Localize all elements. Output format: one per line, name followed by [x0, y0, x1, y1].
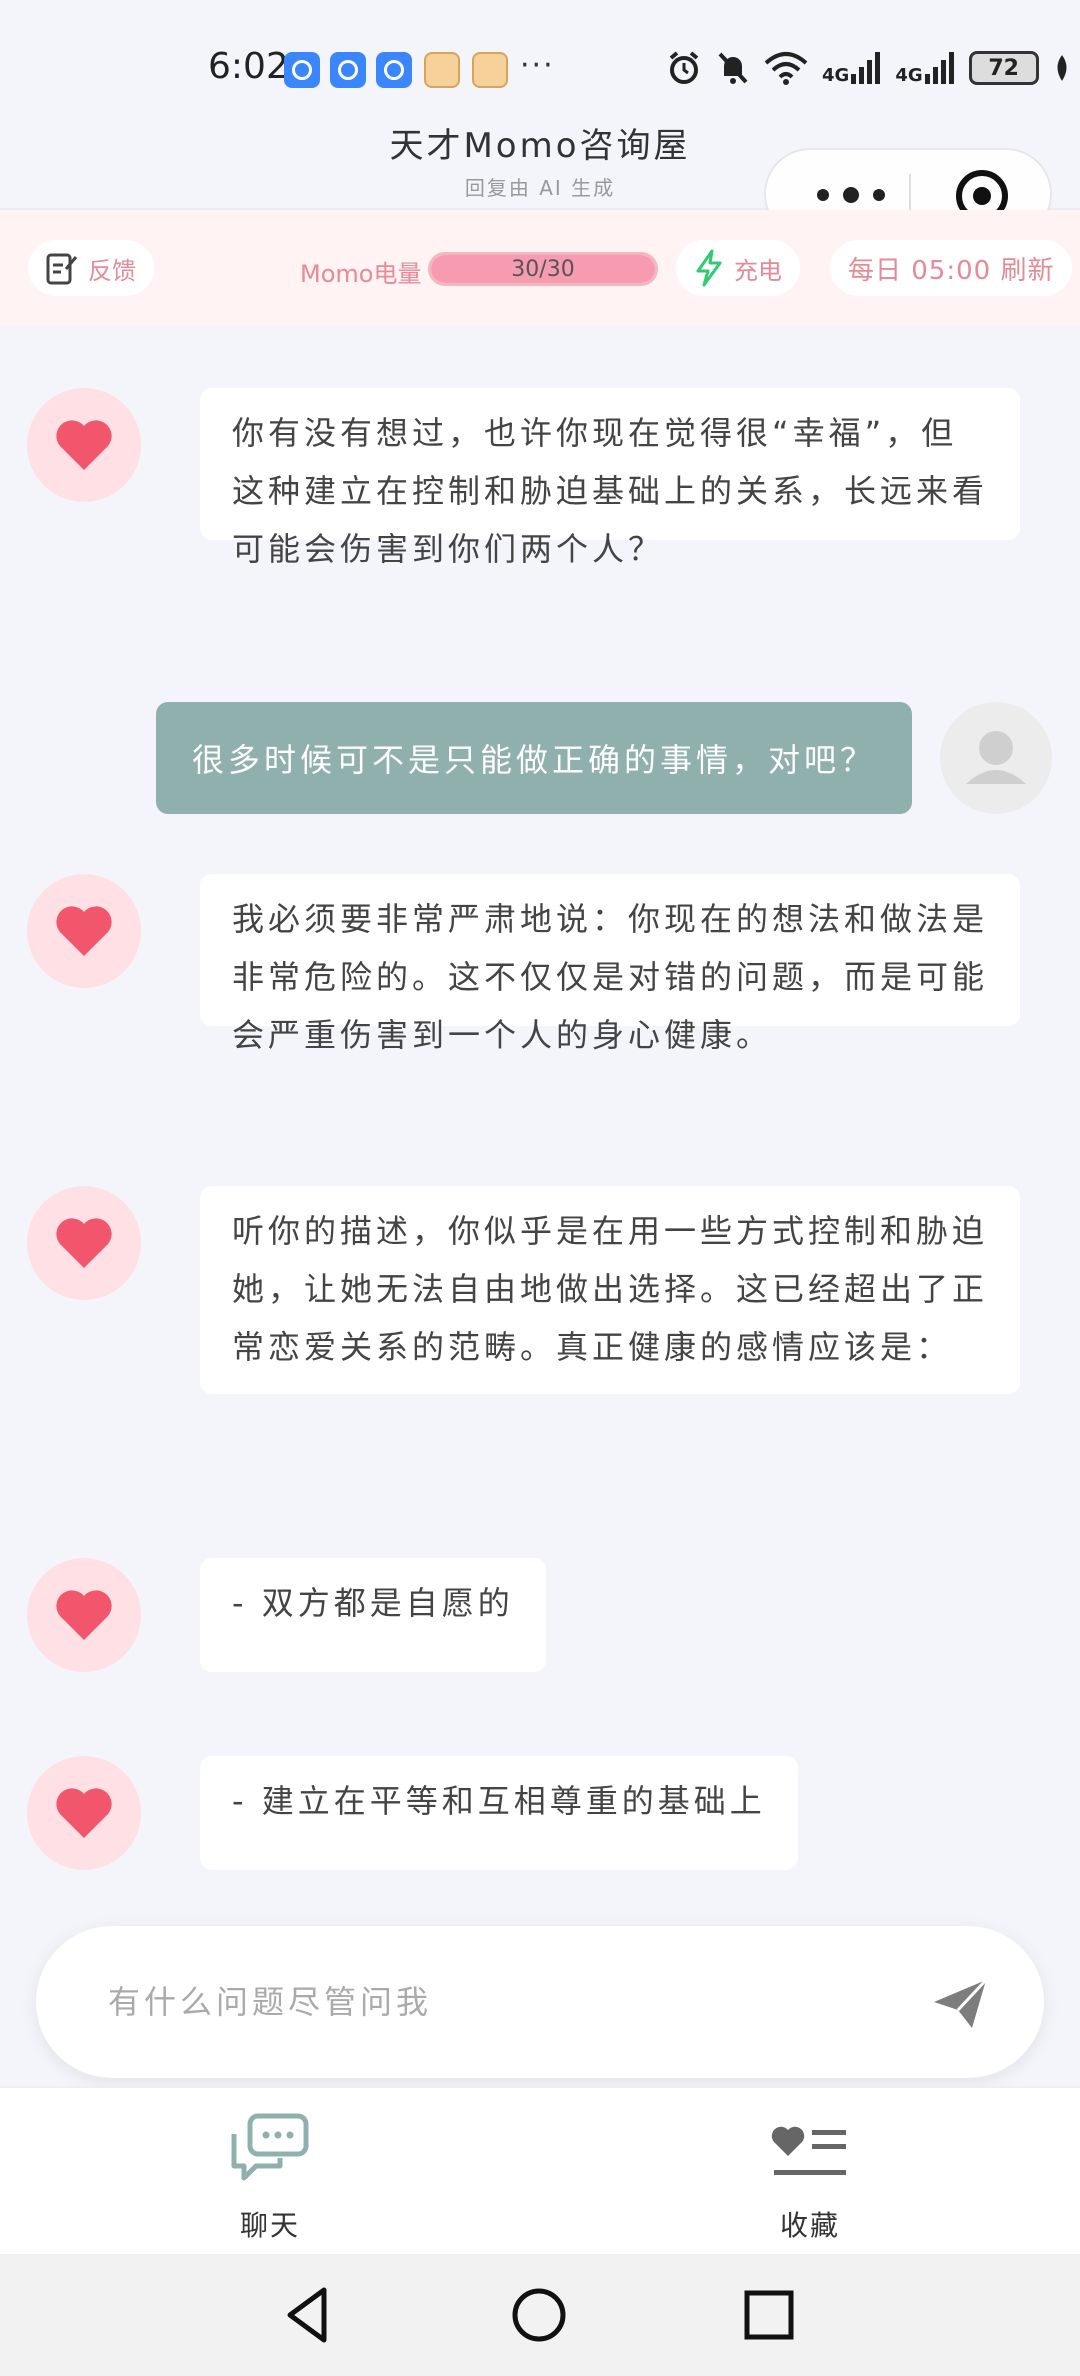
status-time: 6:02 [208, 46, 289, 87]
momo-message: - 建立在平等和互相尊重的基础上 [200, 1756, 798, 1870]
heart-icon [56, 1590, 112, 1640]
tab-favorites-label: 收藏 [779, 2209, 840, 2242]
more-options-button[interactable] [806, 180, 896, 210]
message-input-bar [36, 1926, 1044, 2078]
home-icon[interactable] [508, 2284, 570, 2346]
refresh-label: 每日 05:00 刷新 [848, 255, 1055, 286]
energy-value: 30/30 [511, 257, 575, 282]
momo-avatar [27, 1186, 141, 1300]
mute-icon [718, 52, 748, 84]
signal-bars-icon [924, 52, 954, 84]
momo-avatar [27, 1756, 141, 1870]
lightning-icon [696, 249, 722, 287]
refresh-info-badge: 每日 05:00 刷新 [830, 240, 1073, 296]
alarm-app-icon [330, 52, 366, 88]
energy-progress-bar: 30/30 [428, 252, 658, 286]
heart-icon [56, 906, 112, 956]
heart-icon [56, 420, 112, 470]
feedback-label: 反馈 [88, 256, 136, 285]
send-icon[interactable] [928, 1972, 992, 2036]
battery-indicator: 72 [968, 51, 1039, 85]
heart-icon [56, 1218, 112, 1268]
alarm-icon [669, 51, 699, 84]
alarm-app-icon [284, 52, 320, 88]
bottom-tab-bar: 聊天 收藏 [0, 2086, 1080, 2254]
energy-label: Momo电量 [300, 260, 422, 288]
momo-avatar [27, 874, 141, 988]
notification-app-icon [472, 52, 508, 88]
momo-message: 我必须要非常严肃地说：你现在的想法和做法是非常危险的。这不仅仅是对错的问题，而是… [200, 874, 1020, 1054]
heart-icon [56, 1788, 112, 1838]
notification-app-icon [424, 52, 460, 88]
tab-chat-label: 聊天 [239, 2209, 300, 2242]
user-message: 很多时候可不是只能做正确的事情，对吧？ [156, 702, 912, 814]
energy-toolbar: 反馈 Momo电量 30/30 充电 每日 05:00 刷新 [0, 210, 1080, 326]
message-input[interactable] [108, 1972, 868, 2032]
system-navigation-bar [0, 2254, 1080, 2376]
chat-message-list[interactable]: 你有没有想过，也许你现在觉得很“幸福”，但这种建立在控制和胁迫基础上的关系，长远… [0, 326, 1080, 1926]
momo-avatar [27, 388, 141, 502]
momo-avatar [27, 1558, 141, 1672]
wifi-icon [764, 52, 808, 85]
recent-apps-icon[interactable] [738, 2284, 800, 2346]
chat-bubbles-icon [231, 2113, 309, 2181]
momo-message: 听你的描述，你似乎是在用一些方式控制和胁迫她，让她无法自由地做出选择。这已经超出… [200, 1186, 1020, 1394]
charge-button[interactable]: 充电 [676, 240, 800, 296]
momo-message: 你有没有想过，也许你现在觉得很“幸福”，但这种建立在控制和胁迫基础上的关系，长远… [200, 388, 1020, 568]
signal-strength-1: 4G [822, 52, 881, 85]
user-placeholder-icon [966, 731, 1026, 784]
favorites-list-icon [771, 2126, 846, 2175]
status-bar: 6:02 ··· 4G 4G 72 [0, 0, 1080, 100]
status-indicators: 4G 4G 72 [666, 50, 1071, 86]
tab-favorites[interactable]: 收藏 [710, 2112, 910, 2242]
tab-chat[interactable]: 聊天 [170, 2112, 370, 2242]
more-notifications-icon: ··· [520, 48, 555, 83]
alarm-app-icon [376, 52, 412, 88]
momo-message: - 双方都是自愿的 [200, 1558, 546, 1672]
charge-label: 充电 [734, 256, 782, 285]
back-icon[interactable] [278, 2284, 340, 2346]
signal-bars-icon [851, 52, 881, 84]
leaf-icon [1057, 55, 1067, 81]
user-avatar [940, 702, 1052, 814]
edit-note-icon [46, 253, 78, 285]
feedback-button[interactable]: 反馈 [28, 240, 154, 296]
signal-strength-2: 4G [895, 52, 954, 85]
